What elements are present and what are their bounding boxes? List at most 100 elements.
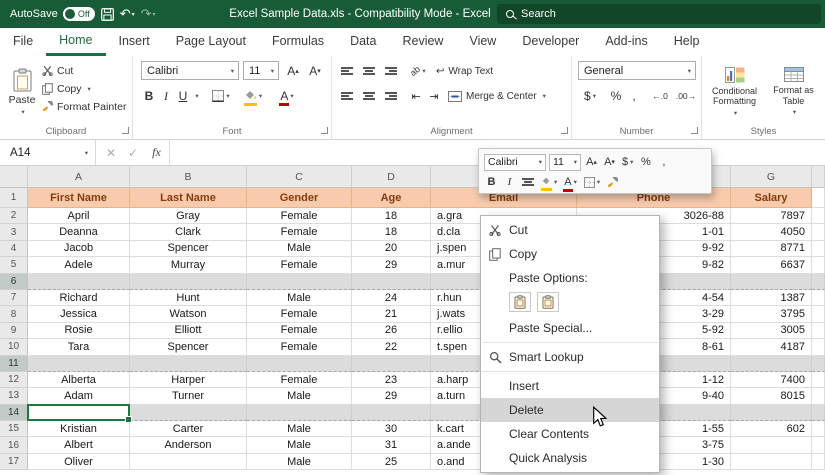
row-header-5[interactable]: 5 <box>0 257 28 273</box>
cell-D17[interactable]: 25 <box>352 454 431 470</box>
cell-C6[interactable] <box>247 274 352 290</box>
clipboard-dialog-launcher-icon[interactable] <box>122 127 129 134</box>
cell-G3[interactable]: 4050 <box>731 224 812 240</box>
percent-format-button[interactable]: % <box>608 86 624 106</box>
cell-A11[interactable] <box>28 356 130 372</box>
cell-A6[interactable] <box>28 274 130 290</box>
menu-item-delete[interactable]: Delete <box>481 398 659 422</box>
cell-G2[interactable]: 7897 <box>731 208 812 224</box>
row-header-17[interactable]: 17 <box>0 454 28 470</box>
cell-C4[interactable]: Male <box>247 241 352 257</box>
conditional-formatting-button[interactable]: Conditional Formatting▾ <box>707 60 762 124</box>
cell-D2[interactable]: 18 <box>352 208 431 224</box>
font-color-button[interactable]: A▾ <box>273 86 301 106</box>
underline-caret-icon[interactable]: ▾ <box>191 86 201 106</box>
tab-insert[interactable]: Insert <box>106 28 163 56</box>
currency-format-button[interactable]: $▾ <box>578 86 602 106</box>
cell-D8[interactable]: 21 <box>352 306 431 322</box>
align-right-icon[interactable] <box>382 86 400 106</box>
cell-G16[interactable] <box>731 437 812 453</box>
menu-item-quick-analysis[interactable]: Quick Analysis <box>481 446 659 470</box>
tab-formulas[interactable]: Formulas <box>259 28 337 56</box>
cell-C2[interactable]: Female <box>247 208 352 224</box>
row-header-16[interactable]: 16 <box>0 437 28 453</box>
tab-add-ins[interactable]: Add-ins <box>592 28 660 56</box>
cell-G7[interactable]: 1387 <box>731 290 812 306</box>
column-header-B[interactable]: B <box>130 166 247 188</box>
cell-G9[interactable]: 3005 <box>731 323 812 339</box>
row-header-6[interactable]: 6 <box>0 274 28 290</box>
mini-borders-button[interactable]: ▾ <box>582 174 602 191</box>
cell-C3[interactable]: Female <box>247 224 352 240</box>
decrease-decimal-icon[interactable]: .00→ <box>674 86 698 106</box>
cell-B16[interactable]: Anderson <box>130 437 247 453</box>
cell-C16[interactable]: Male <box>247 437 352 453</box>
insert-function-icon[interactable]: fx <box>144 140 170 165</box>
mini-font-size-select[interactable]: 11▾ <box>549 154 581 171</box>
align-middle-icon[interactable] <box>360 61 378 81</box>
tab-page-layout[interactable]: Page Layout <box>163 28 259 56</box>
cell-D1[interactable]: Age <box>352 188 431 208</box>
format-as-table-button[interactable]: Format as Table▾ <box>766 60 821 124</box>
cell-B7[interactable]: Hunt <box>130 290 247 306</box>
fill-color-button[interactable]: ▾ <box>239 86 267 106</box>
menu-item-copy[interactable]: Copy <box>481 242 659 266</box>
cell-B13[interactable]: Turner <box>130 388 247 404</box>
menu-item-paste-special[interactable]: Paste Special... <box>481 316 659 340</box>
mini-bold-button[interactable]: B <box>484 174 499 191</box>
cell-B12[interactable]: Harper <box>130 372 247 388</box>
cell-G12[interactable]: 7400 <box>731 372 812 388</box>
cell-C11[interactable] <box>247 356 352 372</box>
row-header-13[interactable]: 13 <box>0 388 28 404</box>
cell-D13[interactable]: 29 <box>352 388 431 404</box>
mini-format-painter-icon[interactable] <box>605 174 620 191</box>
active-cell-A14[interactable] <box>27 404 130 422</box>
mini-increase-font-icon[interactable]: A▴ <box>584 154 599 171</box>
cell-D4[interactable]: 20 <box>352 241 431 257</box>
paste-values-icon[interactable] <box>537 292 559 312</box>
cell-G15[interactable]: 602 <box>731 421 812 437</box>
row-header-8[interactable]: 8 <box>0 306 28 322</box>
cell-B11[interactable] <box>130 356 247 372</box>
menu-item-smart-lookup[interactable]: Smart Lookup <box>481 345 659 369</box>
cell-A16[interactable]: Albert <box>28 437 130 453</box>
wrap-text-button[interactable]: ↩Wrap Text <box>436 61 493 81</box>
align-left-icon[interactable] <box>338 86 356 106</box>
cell-D14[interactable] <box>352 405 431 421</box>
comma-format-button[interactable]: , <box>628 86 640 106</box>
cell-D3[interactable]: 18 <box>352 224 431 240</box>
cell-C5[interactable]: Female <box>247 257 352 273</box>
cell-A15[interactable]: Kristian <box>28 421 130 437</box>
mini-font-name-select[interactable]: Calibri▾ <box>484 154 546 171</box>
row-header-12[interactable]: 12 <box>0 372 28 388</box>
cell-C8[interactable]: Female <box>247 306 352 322</box>
cell-G6[interactable] <box>731 274 812 290</box>
cell-G8[interactable]: 3795 <box>731 306 812 322</box>
mini-font-color-button[interactable]: A▾ <box>562 174 579 191</box>
menu-item-cut[interactable]: Cut <box>481 218 659 242</box>
column-header-A[interactable]: A <box>28 166 130 188</box>
cell-D16[interactable]: 31 <box>352 437 431 453</box>
name-box[interactable]: A14▾ <box>0 140 96 165</box>
redo-icon[interactable]: ↷▾ <box>141 3 156 25</box>
tab-developer[interactable]: Developer <box>509 28 592 56</box>
increase-decimal-icon[interactable]: ←.0 <box>648 86 672 106</box>
mini-percent-button[interactable]: % <box>638 154 653 171</box>
tab-home[interactable]: Home <box>46 28 105 56</box>
cut-button[interactable]: Cut <box>42 62 73 79</box>
cell-B9[interactable]: Elliott <box>130 323 247 339</box>
cell-B14[interactable] <box>130 405 247 421</box>
cell-G11[interactable] <box>731 356 812 372</box>
tab-view[interactable]: View <box>456 28 509 56</box>
row-header-9[interactable]: 9 <box>0 323 28 339</box>
mini-align-center-icon[interactable] <box>520 174 536 191</box>
cell-B10[interactable]: Spencer <box>130 339 247 355</box>
cell-A9[interactable]: Rosie <box>28 323 130 339</box>
cell-G4[interactable]: 8771 <box>731 241 812 257</box>
copy-button[interactable]: Copy▾ <box>42 80 91 97</box>
underline-button[interactable]: U <box>175 86 191 106</box>
paste-button[interactable]: Paste▾ <box>5 60 39 123</box>
cell-G5[interactable]: 6637 <box>731 257 812 273</box>
increase-font-icon[interactable]: A▴ <box>283 61 303 81</box>
tab-file[interactable]: File <box>0 28 46 56</box>
